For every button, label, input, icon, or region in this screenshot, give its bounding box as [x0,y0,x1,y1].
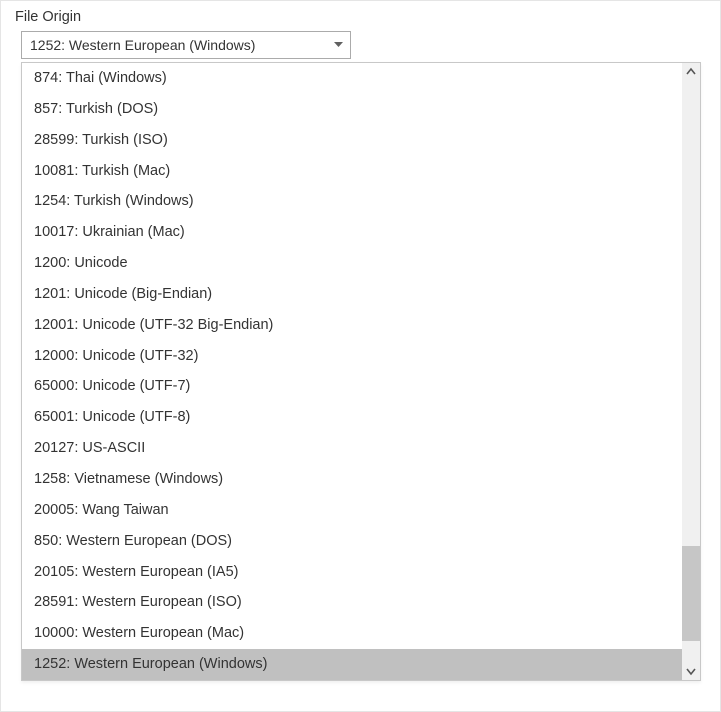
dropdown-caret-icon [330,37,346,53]
dropdown-option[interactable]: 1254: Turkish (Windows) [22,186,682,217]
scrollbar-track[interactable] [682,81,700,662]
dropdown-option[interactable]: 10000: Western European (Mac) [22,618,682,649]
dropdown-option[interactable]: 10017: Ukrainian (Mac) [22,217,682,248]
dropdown-option[interactable]: 1252: Western European (Windows) [22,649,682,680]
scroll-down-button[interactable] [682,662,700,680]
scrollbar-thumb[interactable] [682,546,700,641]
dropdown-option[interactable]: 1201: Unicode (Big-Endian) [22,279,682,310]
dropdown-option[interactable]: 65001: Unicode (UTF-8) [22,402,682,433]
file-origin-selected-text: 1252: Western European (Windows) [30,37,255,53]
scrollbar[interactable] [682,63,700,680]
file-origin-combobox[interactable]: 1252: Western European (Windows) [21,31,351,59]
dropdown-option[interactable]: 857: Turkish (DOS) [22,94,682,125]
dropdown-option[interactable]: 1258: Vietnamese (Windows) [22,464,682,495]
dropdown-option[interactable]: 1200: Unicode [22,248,682,279]
dropdown-option[interactable]: 850: Western European (DOS) [22,526,682,557]
dropdown-option[interactable]: 28599: Turkish (ISO) [22,125,682,156]
dropdown-option[interactable]: 10081: Turkish (Mac) [22,156,682,187]
dropdown-option[interactable]: 20127: US-ASCII [22,433,682,464]
dropdown-list: 874: Thai (Windows)857: Turkish (DOS)285… [22,63,682,680]
file-origin-label: File Origin [15,7,706,25]
file-origin-dropdown: 874: Thai (Windows)857: Turkish (DOS)285… [21,62,701,681]
dropdown-option[interactable]: 65000: Unicode (UTF-7) [22,371,682,402]
dropdown-option[interactable]: 20005: Wang Taiwan [22,495,682,526]
dropdown-option[interactable]: 12000: Unicode (UTF-32) [22,341,682,372]
dropdown-option[interactable]: 28591: Western European (ISO) [22,587,682,618]
scroll-up-button[interactable] [682,63,700,81]
dropdown-option[interactable]: 12001: Unicode (UTF-32 Big-Endian) [22,310,682,341]
dropdown-option[interactable]: 874: Thai (Windows) [22,63,682,94]
dropdown-option[interactable]: 20105: Western European (IA5) [22,557,682,588]
file-origin-panel: File Origin 1252: Western European (Wind… [0,0,721,712]
